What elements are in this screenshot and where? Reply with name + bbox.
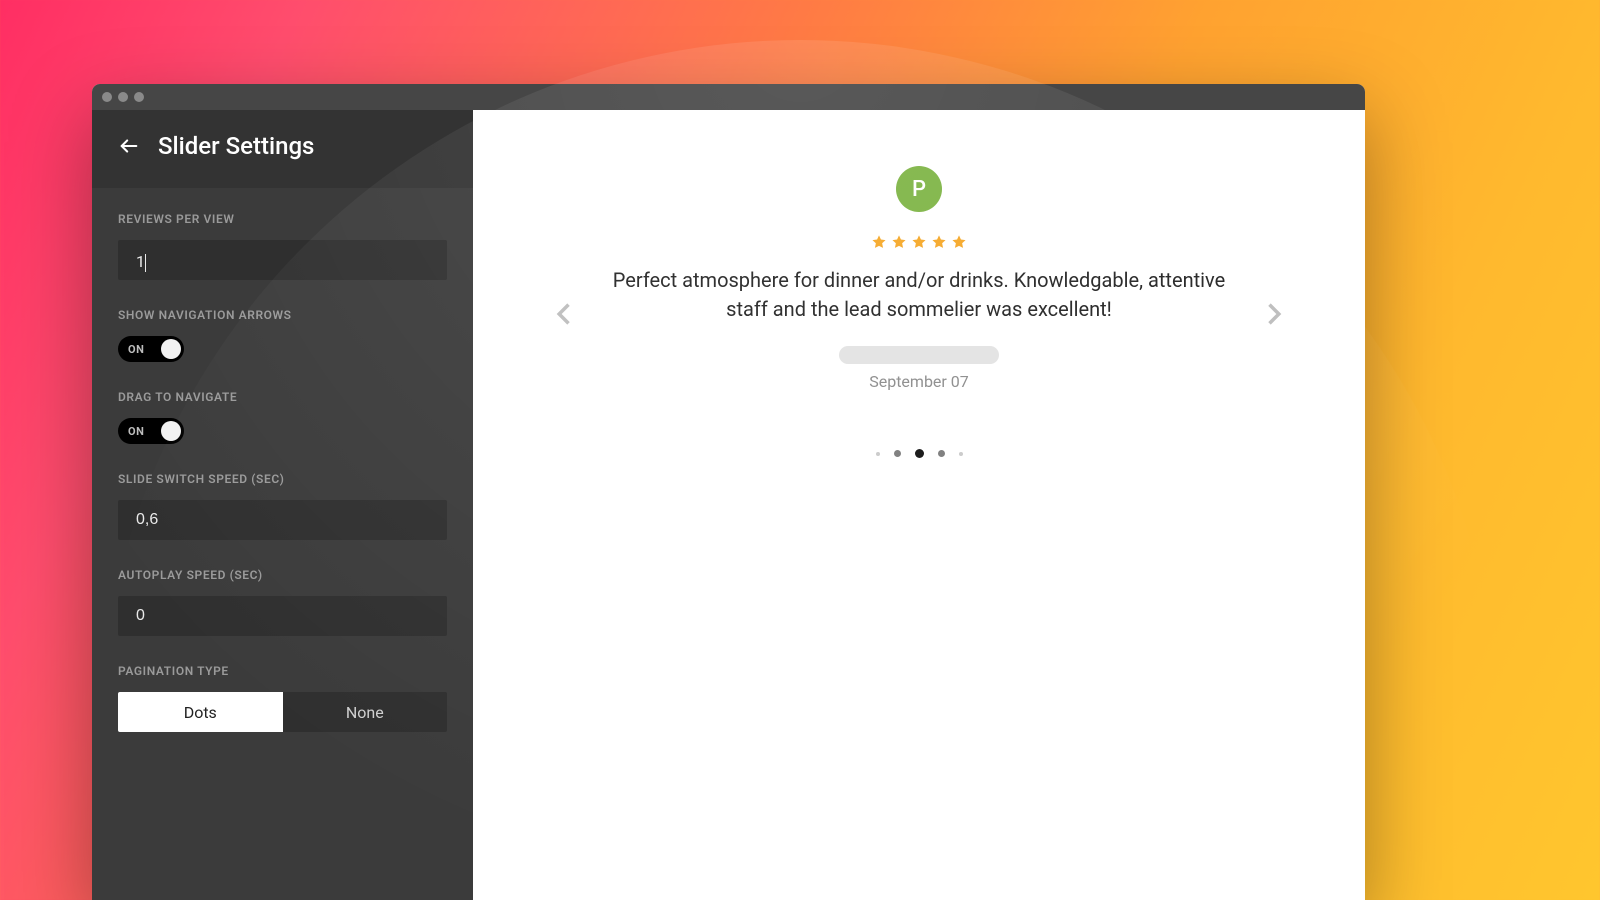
review-date: September 07 [869,372,969,391]
field-label: PAGINATION TYPE [118,664,447,678]
star-icon [931,234,947,250]
pagination-dot[interactable] [959,452,963,456]
field-pagination-type: PAGINATION TYPE Dots None [118,664,447,732]
pagination-dot[interactable] [938,450,945,457]
pagination-dot[interactable] [876,452,880,456]
autoplay-speed-input[interactable] [118,596,447,636]
sidebar-header: Slider Settings [92,110,473,188]
reviewer-name-placeholder [839,346,999,364]
back-arrow-icon[interactable] [118,135,140,157]
slider-next-button[interactable] [1259,300,1287,332]
sidebar-content: REVIEWS PER VIEW 1 SHOW NAVIGATION ARROW… [92,188,473,756]
window-control-zoom[interactable] [134,92,144,102]
field-label: REVIEWS PER VIEW [118,212,447,226]
field-label: SLIDE SWITCH SPEED (SEC) [118,472,447,486]
app-window: Slider Settings REVIEWS PER VIEW 1 SHOW … [92,84,1365,900]
star-icon [871,234,887,250]
field-autoplay-speed: AUTOPLAY SPEED (SEC) [118,568,447,636]
reviewer-avatar: P [896,166,942,212]
slider-pagination [876,449,963,458]
input-value: 1 [136,252,145,271]
star-rating [871,234,967,250]
star-icon [891,234,907,250]
field-slide-switch-speed: SLIDE SWITCH SPEED (SEC) [118,472,447,540]
text-cursor-icon [145,254,146,272]
window-control-close[interactable] [102,92,112,102]
pagination-type-option-none[interactable]: None [283,692,448,732]
star-icon [951,234,967,250]
field-show-nav-arrows: SHOW NAVIGATION ARROWS ON [118,308,447,362]
window-control-minimize[interactable] [118,92,128,102]
review-text: Perfect atmosphere for dinner and/or dri… [599,266,1239,324]
pagination-type-option-dots[interactable]: Dots [118,692,283,732]
window-titlebar [92,84,1365,110]
settings-sidebar: Slider Settings REVIEWS PER VIEW 1 SHOW … [92,110,473,900]
drag-to-navigate-toggle[interactable]: ON [118,418,184,444]
field-label: DRAG TO NAVIGATE [118,390,447,404]
slider-prev-button[interactable] [551,300,579,332]
avatar-initial: P [912,177,926,202]
field-drag-to-navigate: DRAG TO NAVIGATE ON [118,390,447,444]
show-nav-arrows-toggle[interactable]: ON [118,336,184,362]
toggle-state-label: ON [128,425,144,438]
toggle-knob-icon [161,339,181,359]
toggle-knob-icon [161,421,181,441]
toggle-state-label: ON [128,343,144,356]
pagination-type-segmented: Dots None [118,692,447,732]
preview-pane: P Perfect atmosphere for dinner and/or d… [473,110,1365,900]
field-label: AUTOPLAY SPEED (SEC) [118,568,447,582]
pagination-dot-active[interactable] [915,449,924,458]
field-label: SHOW NAVIGATION ARROWS [118,308,447,322]
reviews-per-view-input[interactable]: 1 [118,240,447,280]
field-reviews-per-view: REVIEWS PER VIEW 1 [118,212,447,280]
pagination-dot[interactable] [894,450,901,457]
star-icon [911,234,927,250]
page-title: Slider Settings [158,132,314,160]
slide-switch-speed-input[interactable] [118,500,447,540]
